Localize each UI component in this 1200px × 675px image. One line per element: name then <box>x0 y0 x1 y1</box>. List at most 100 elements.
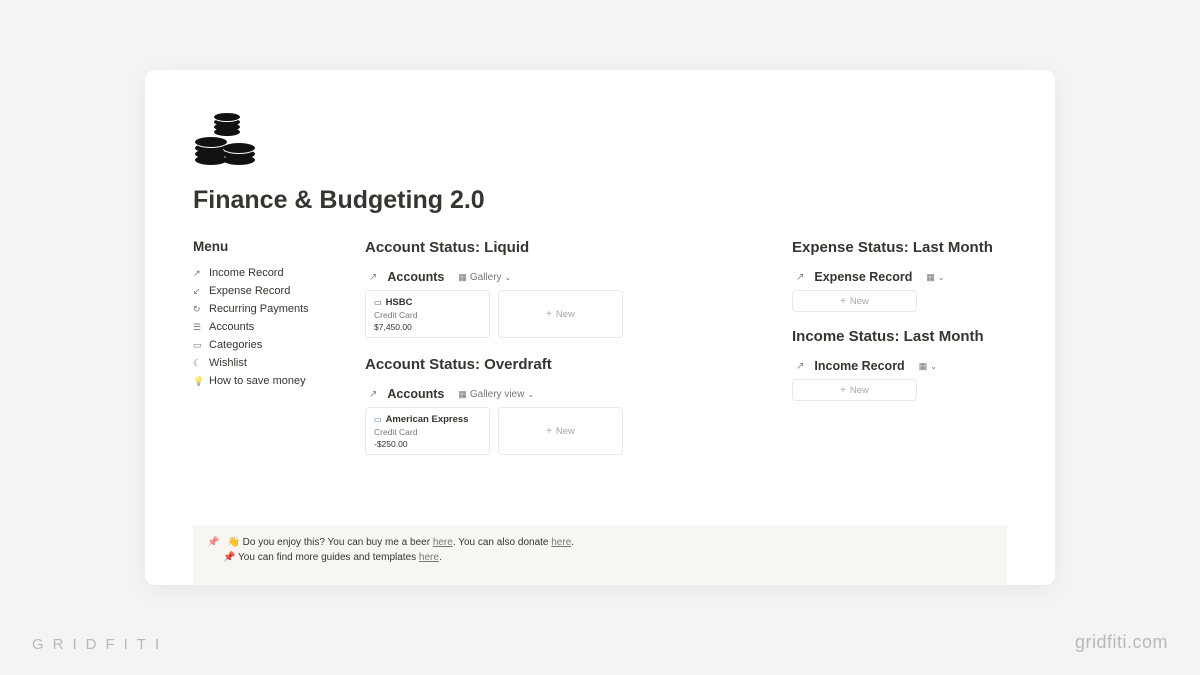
income-view-switcher[interactable]: ▦ ⌄ <box>919 361 937 372</box>
expense-view-switcher[interactable]: ▦ ⌄ <box>926 272 944 283</box>
table-view-icon: ▦ <box>919 361 928 372</box>
link-arrow-icon: ↗ <box>796 272 804 283</box>
menu-item-label: Recurring Payments <box>209 303 309 315</box>
expense-new-button[interactable]: + New <box>792 290 917 312</box>
menu-item-expense-record[interactable]: ↙ Expense Record <box>193 282 333 300</box>
footer-text: . You can also donate <box>453 537 551 548</box>
new-label: New <box>556 309 575 320</box>
new-label: New <box>850 385 869 396</box>
menu-column: Menu ↗ Income Record ↙ Expense Record ↻ … <box>193 239 333 473</box>
brand-watermark-right: gridfiti.com <box>1075 632 1168 653</box>
menu-item-label: Income Record <box>209 267 284 279</box>
view-label: Gallery view <box>470 389 524 400</box>
overdraft-db-header: ↗ Accounts ▦ Gallery view ⌄ <box>365 385 760 407</box>
new-label: New <box>850 296 869 307</box>
arrow-down-left-icon: ↙ <box>193 286 203 297</box>
menu-item-wishlist[interactable]: ☾ Wishlist <box>193 354 333 372</box>
bulb-icon: 💡 <box>193 376 203 387</box>
liquid-gallery-row: ▭ HSBC Credit Card $7,450.00 + New <box>365 290 760 338</box>
right-column: Expense Status: Last Month ↗ Expense Rec… <box>792 239 1007 473</box>
account-card-amex[interactable]: ▭ American Express Credit Card -$250.00 <box>365 407 490 455</box>
card-tag: Credit Card <box>374 310 417 320</box>
footer-text: 👋 Do you enjoy this? You can buy me a be… <box>227 537 432 548</box>
table-view-icon: ▦ <box>926 272 935 283</box>
footer-link-templates[interactable]: here <box>419 552 439 563</box>
account-card-hsbc[interactable]: ▭ HSBC Credit Card $7,450.00 <box>365 290 490 338</box>
plus-icon: + <box>840 385 846 396</box>
menu-item-income-record[interactable]: ↗ Income Record <box>193 264 333 282</box>
menu-item-label: Accounts <box>209 321 254 333</box>
menu-item-categories[interactable]: ▭ Categories <box>193 336 333 354</box>
income-db-title[interactable]: Income Record <box>814 359 904 373</box>
overdraft-db-title[interactable]: Accounts <box>387 387 444 401</box>
overdraft-view-switcher[interactable]: ▦ Gallery view ⌄ <box>458 389 534 400</box>
footer-text: 📌 You can find more guides and templates <box>223 552 419 563</box>
income-heading: Income Status: Last Month <box>792 328 1007 345</box>
plus-icon: + <box>546 426 552 437</box>
chevron-down-icon: ⌄ <box>527 390 534 399</box>
footer-text: . <box>439 552 442 563</box>
overdraft-new-card[interactable]: + New <box>498 407 623 455</box>
layout-columns: Menu ↗ Income Record ↙ Expense Record ↻ … <box>193 239 1007 473</box>
card-title: HSBC <box>386 297 413 308</box>
liquid-heading: Account Status: Liquid <box>365 239 760 256</box>
chevron-down-icon: ⌄ <box>505 273 512 282</box>
menu-item-recurring-payments[interactable]: ↻ Recurring Payments <box>193 300 333 318</box>
plus-icon: + <box>840 296 846 307</box>
footer-line-2: 📌 You can find more guides and templates… <box>207 550 993 565</box>
coins-stack-icon <box>193 110 263 168</box>
middle-column: Account Status: Liquid ↗ Accounts ▦ Gall… <box>365 239 760 473</box>
moon-icon: ☾ <box>193 358 203 369</box>
footer-link-donate[interactable]: here <box>551 537 571 548</box>
chevron-down-icon: ⌄ <box>930 362 937 371</box>
footer-text: . <box>571 537 574 548</box>
menu-item-accounts[interactable]: ☰ Accounts <box>193 318 333 336</box>
gallery-view-icon: ▦ <box>458 272 467 283</box>
link-arrow-icon: ↗ <box>369 389 377 400</box>
view-label: Gallery <box>470 272 502 283</box>
liquid-view-switcher[interactable]: ▦ Gallery ⌄ <box>458 272 511 283</box>
new-label: New <box>556 426 575 437</box>
liquid-db-title[interactable]: Accounts <box>387 270 444 284</box>
menu-item-label: How to save money <box>209 375 306 387</box>
expense-heading: Expense Status: Last Month <box>792 239 1007 256</box>
footer-line-1: 📌 👋 Do you enjoy this? You can buy me a … <box>207 535 993 550</box>
card-icon: ▭ <box>374 415 382 424</box>
income-db-header: ↗ Income Record ▦ ⌄ <box>792 357 1007 379</box>
arrow-up-right-icon: ↗ <box>193 268 203 279</box>
tag-icon: ▭ <box>193 340 203 351</box>
menu-heading: Menu <box>193 239 333 254</box>
footer-callout: 📌 👋 Do you enjoy this? You can buy me a … <box>193 525 1007 585</box>
link-arrow-icon: ↗ <box>369 272 377 283</box>
plus-icon: + <box>546 309 552 320</box>
card-icon: ▭ <box>374 298 382 307</box>
income-new-button[interactable]: + New <box>792 379 917 401</box>
overdraft-section: Account Status: Overdraft ↗ Accounts ▦ G… <box>365 356 760 455</box>
liquid-section: Account Status: Liquid ↗ Accounts ▦ Gall… <box>365 239 760 338</box>
menu-item-how-to-save[interactable]: 💡 How to save money <box>193 372 333 390</box>
card-amount: -$250.00 <box>374 439 481 449</box>
menu-item-label: Categories <box>209 339 262 351</box>
card-title: American Express <box>386 414 469 425</box>
page-card: Finance & Budgeting 2.0 Menu ↗ Income Re… <box>145 70 1055 585</box>
liquid-db-header: ↗ Accounts ▦ Gallery ⌄ <box>365 268 760 290</box>
expense-db-header: ↗ Expense Record ▦ ⌄ <box>792 268 1007 290</box>
income-section: Income Status: Last Month ↗ Income Recor… <box>792 328 1007 401</box>
card-amount: $7,450.00 <box>374 322 481 332</box>
menu-item-label: Expense Record <box>209 285 290 297</box>
pin-icon: 📌 <box>207 535 219 550</box>
overdraft-heading: Account Status: Overdraft <box>365 356 760 373</box>
expense-section: Expense Status: Last Month ↗ Expense Rec… <box>792 239 1007 312</box>
footer-link-beer[interactable]: here <box>433 537 453 548</box>
overdraft-gallery-row: ▭ American Express Credit Card -$250.00 … <box>365 407 760 455</box>
gallery-view-icon: ▦ <box>458 389 467 400</box>
liquid-new-card[interactable]: + New <box>498 290 623 338</box>
brand-watermark-left: GRIDFITI <box>32 636 168 653</box>
link-arrow-icon: ↗ <box>796 361 804 372</box>
chevron-down-icon: ⌄ <box>938 273 945 282</box>
expense-db-title[interactable]: Expense Record <box>814 270 912 284</box>
card-tag: Credit Card <box>374 427 417 437</box>
page-title: Finance & Budgeting 2.0 <box>193 186 1007 215</box>
list-icon: ☰ <box>193 322 203 333</box>
recurring-icon: ↻ <box>193 304 203 315</box>
